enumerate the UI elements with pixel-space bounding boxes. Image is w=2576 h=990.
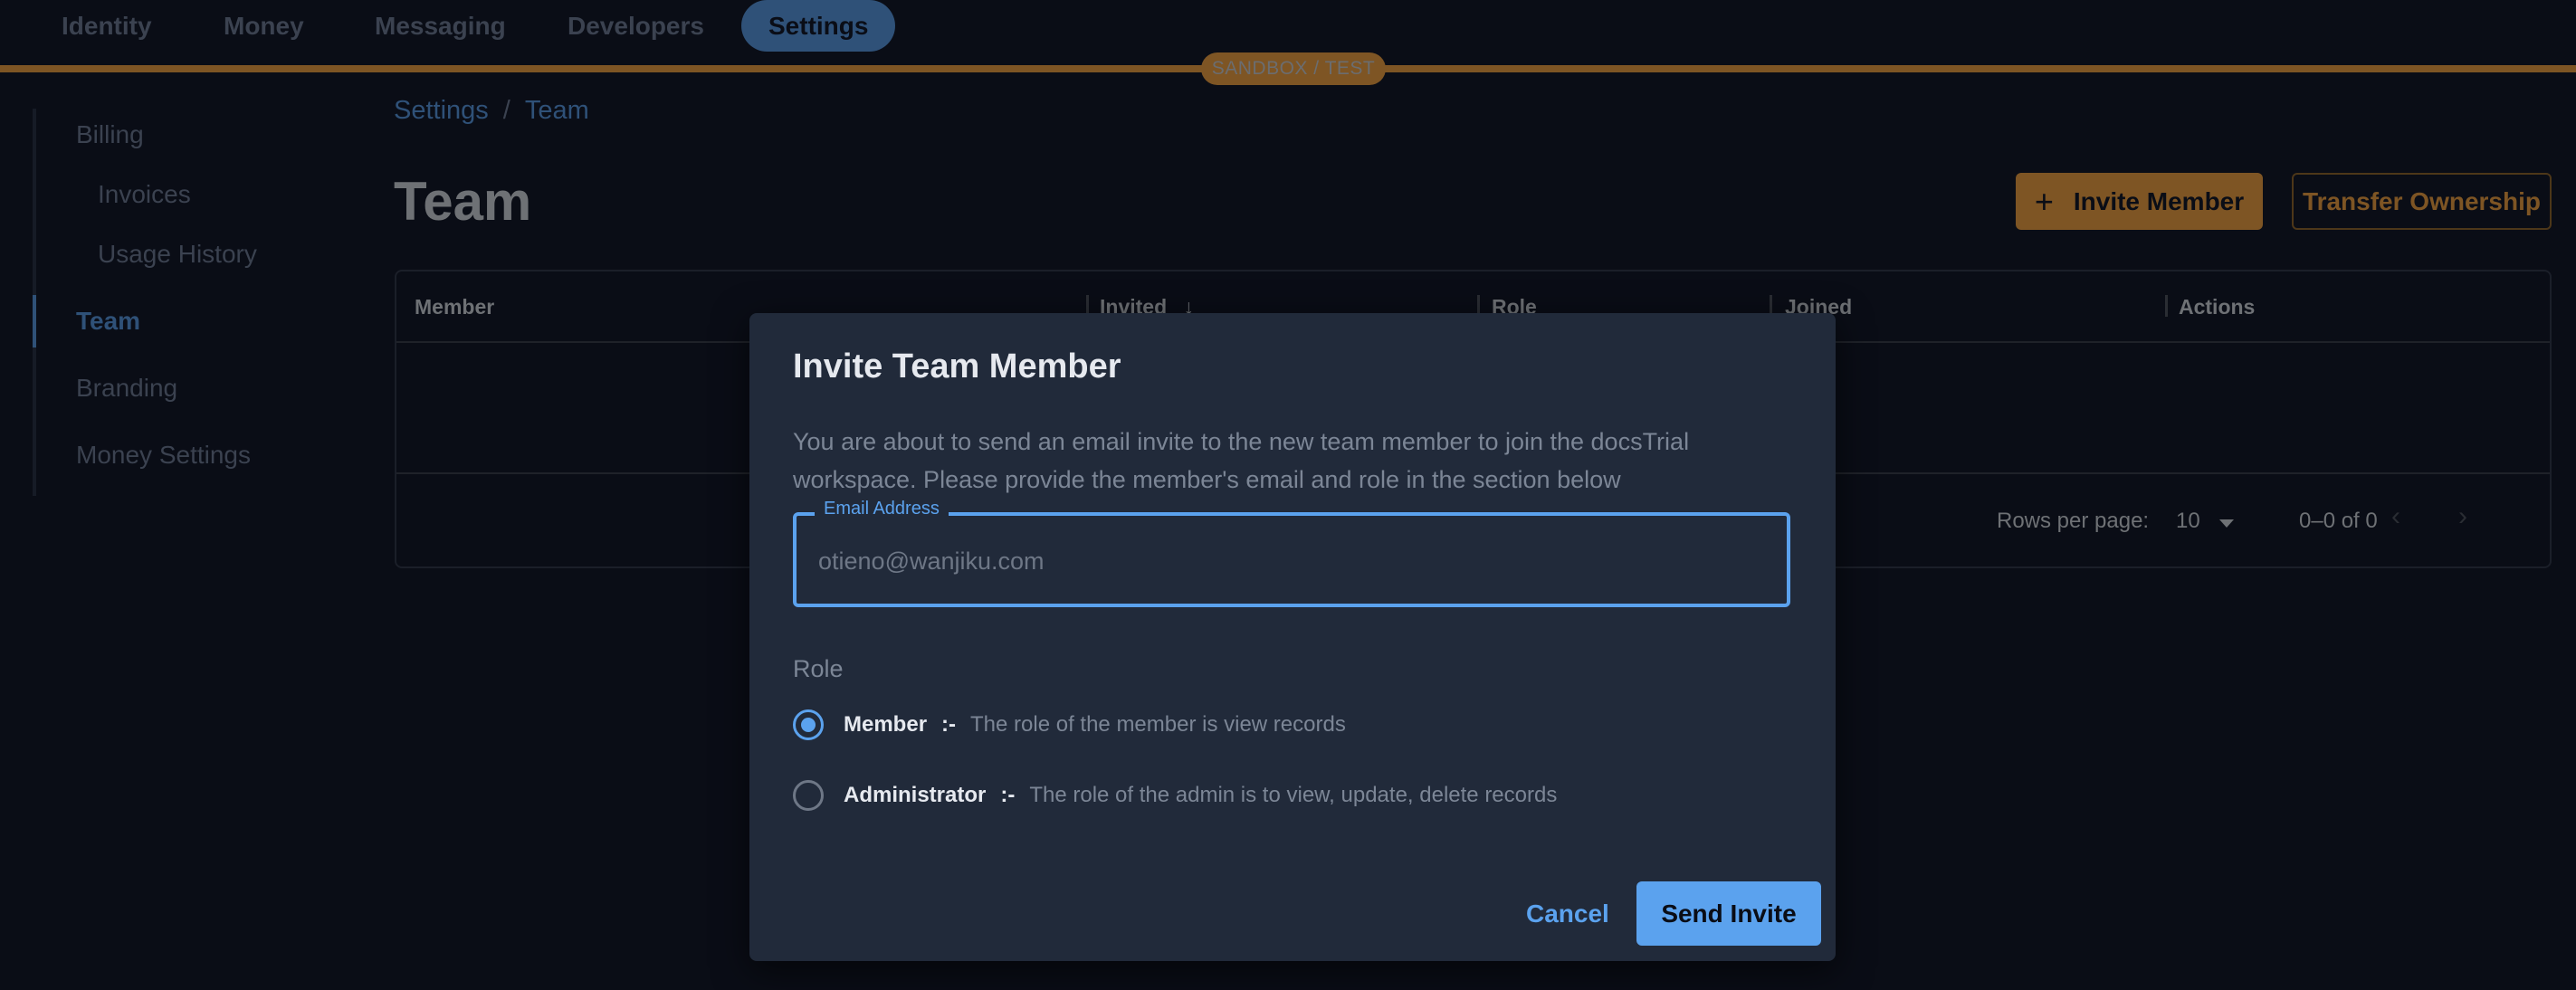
breadcrumb-settings[interactable]: Settings — [394, 96, 489, 125]
role-separator: :- — [941, 712, 957, 737]
sidebar-active-indicator — [33, 295, 36, 347]
nav-tab-money[interactable]: Money — [196, 0, 331, 52]
nav-tab-messaging[interactable]: Messaging — [348, 0, 533, 52]
plus-icon: + — [2034, 182, 2054, 220]
invite-member-button[interactable]: + Invite Member — [2016, 173, 2263, 230]
sidebar-item-billing[interactable]: Billing — [76, 120, 144, 149]
column-header-member[interactable]: Member — [415, 295, 494, 319]
environment-badge: SANDBOX / TEST — [1201, 52, 1386, 85]
sidebar-item-money-settings[interactable]: Money Settings — [76, 441, 251, 470]
role-option-administrator[interactable]: Administrator :- The role of the admin i… — [793, 777, 1557, 814]
email-field[interactable]: Email Address — [793, 499, 1790, 607]
invite-member-label: Invite Member — [2073, 186, 2245, 215]
email-field-label: Email Address — [815, 499, 949, 519]
transfer-ownership-button[interactable]: Transfer Ownership — [2292, 173, 2552, 230]
page-title: Team — [394, 171, 532, 232]
dialog-description: You are about to send an email invite to… — [793, 428, 1690, 493]
breadcrumb-team[interactable]: Team — [525, 96, 589, 125]
breadcrumb: Settings / Team — [394, 96, 589, 126]
pagination-range: 0–0 of 0 — [2299, 509, 2378, 533]
previous-page-button[interactable]: ‹ — [2391, 501, 2400, 532]
radio-member[interactable] — [793, 709, 824, 740]
dialog-title: Invite Team Member — [793, 347, 1121, 386]
column-divider[interactable] — [2165, 295, 2168, 317]
invite-team-member-dialog: Invite Team Member You are about to send… — [749, 313, 1836, 961]
nav-tab-developers[interactable]: Developers — [540, 0, 731, 52]
role-name: Administrator — [844, 783, 987, 807]
role-description: The role of the member is view records — [970, 712, 1346, 737]
chevron-down-icon[interactable] — [2219, 519, 2234, 528]
next-page-button[interactable]: › — [2458, 501, 2467, 532]
role-name: Member — [844, 712, 928, 737]
rows-per-page-label: Rows per page: — [1997, 509, 2150, 533]
sidebar-item-team[interactable]: Team — [76, 307, 140, 336]
role-separator: :- — [1000, 783, 1016, 807]
radio-administrator[interactable] — [793, 780, 824, 811]
rows-per-page-select[interactable]: 10 — [2176, 509, 2200, 534]
settings-sidebar: Billing Invoices Usage History Team Bran… — [33, 109, 358, 496]
email-input[interactable] — [818, 543, 1760, 579]
role-option-member[interactable]: Member :- The role of the member is view… — [793, 707, 1346, 743]
send-invite-button[interactable]: Send Invite — [1636, 881, 1821, 946]
column-header-actions: Actions — [2179, 295, 2256, 319]
nav-tab-identity[interactable]: Identity — [34, 0, 179, 52]
sidebar-item-usage-history[interactable]: Usage History — [98, 240, 257, 269]
cancel-button[interactable]: Cancel — [1526, 881, 1609, 946]
role-label: Role — [793, 655, 844, 682]
nav-tab-settings[interactable]: Settings — [741, 0, 896, 52]
role-description: The role of the admin is to view, update… — [1029, 783, 1558, 807]
sidebar-item-invoices[interactable]: Invoices — [98, 180, 191, 209]
sidebar-item-branding[interactable]: Branding — [76, 374, 177, 403]
breadcrumb-separator: / — [502, 96, 510, 125]
